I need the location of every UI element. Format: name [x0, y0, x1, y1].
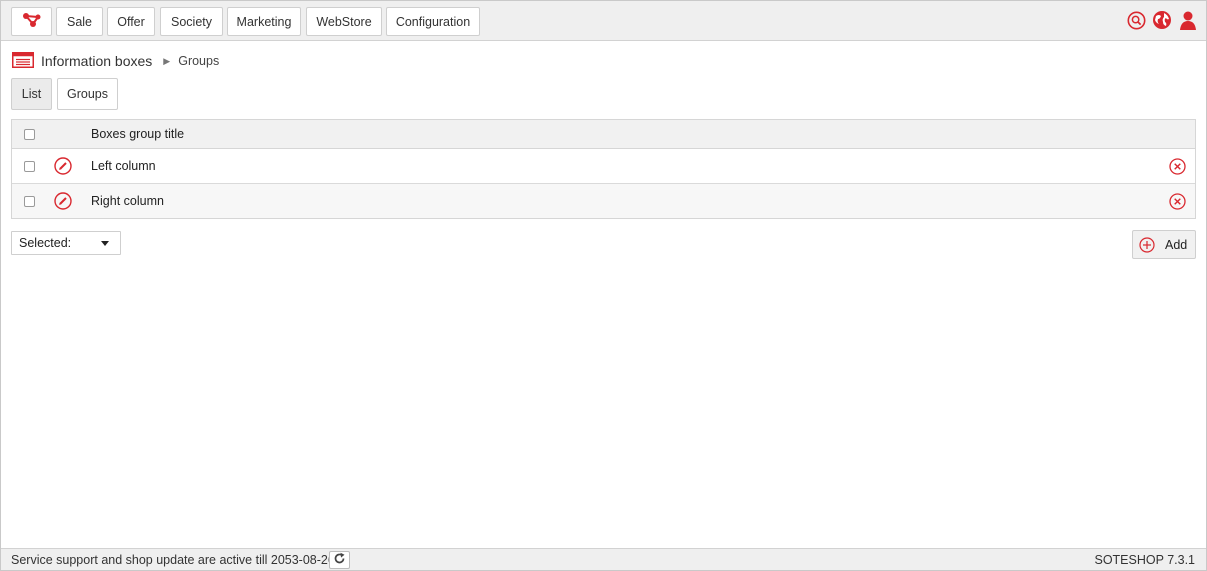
table-row: Right column	[12, 184, 1195, 218]
nav-offer[interactable]: Offer	[107, 7, 155, 36]
globe-icon[interactable]	[1152, 10, 1172, 30]
search-icon[interactable]	[1126, 10, 1146, 30]
tab-list[interactable]: List	[11, 78, 52, 110]
select-all-checkbox[interactable]	[24, 128, 35, 140]
bulk-action-label: Selected:	[19, 236, 72, 250]
app-window	[0, 0, 1207, 571]
user-icon[interactable]	[1178, 10, 1198, 30]
nav-sale[interactable]: Sale	[56, 7, 103, 36]
home-logo-button[interactable]	[11, 7, 52, 36]
row-title[interactable]: Right column	[91, 194, 164, 208]
top-nav-bar: Sale Offer Society Marketing WebStore Co…	[1, 1, 1206, 41]
nav-marketing[interactable]: Marketing	[227, 7, 301, 36]
row-title[interactable]: Left column	[91, 159, 156, 173]
caret-down-icon	[101, 241, 109, 246]
add-button[interactable]: Add	[1132, 230, 1196, 259]
breadcrumb: Information boxes ▶ Groups	[12, 51, 219, 71]
breadcrumb-separator-icon: ▶	[163, 55, 171, 66]
version-label: SOTESHOP 7.3.1	[1094, 553, 1195, 567]
nav-society[interactable]: Society	[160, 7, 223, 36]
edit-icon[interactable]	[54, 157, 72, 175]
nav-configuration[interactable]: Configuration	[386, 7, 480, 36]
row-checkbox[interactable]	[24, 195, 35, 207]
breadcrumb-information-boxes[interactable]: Information boxes	[41, 53, 152, 69]
delete-icon[interactable]	[1169, 157, 1186, 175]
table-row: Left column	[12, 149, 1195, 184]
refresh-icon	[333, 552, 346, 568]
column-header-title[interactable]: Boxes group title	[91, 127, 184, 141]
table-header: Boxes group title	[12, 120, 1195, 149]
refresh-button[interactable]	[329, 551, 350, 569]
row-checkbox[interactable]	[24, 160, 35, 172]
top-icon-group	[1126, 10, 1198, 30]
information-boxes-icon	[12, 51, 34, 71]
add-button-label: Add	[1165, 237, 1188, 252]
groups-table: Boxes group title Left column Right colu…	[11, 119, 1196, 219]
breadcrumb-current: Groups	[178, 54, 220, 68]
status-bar: Service support and shop update are acti…	[1, 548, 1206, 570]
tab-groups[interactable]: Groups	[57, 78, 118, 110]
service-status-text: Service support and shop update are acti…	[11, 553, 335, 567]
nav-webstore[interactable]: WebStore	[306, 7, 382, 36]
soteshop-logo-icon	[22, 12, 42, 31]
plus-icon	[1139, 236, 1155, 253]
edit-icon[interactable]	[54, 192, 72, 210]
delete-icon[interactable]	[1169, 192, 1186, 210]
bulk-action-select[interactable]: Selected:	[11, 231, 121, 255]
